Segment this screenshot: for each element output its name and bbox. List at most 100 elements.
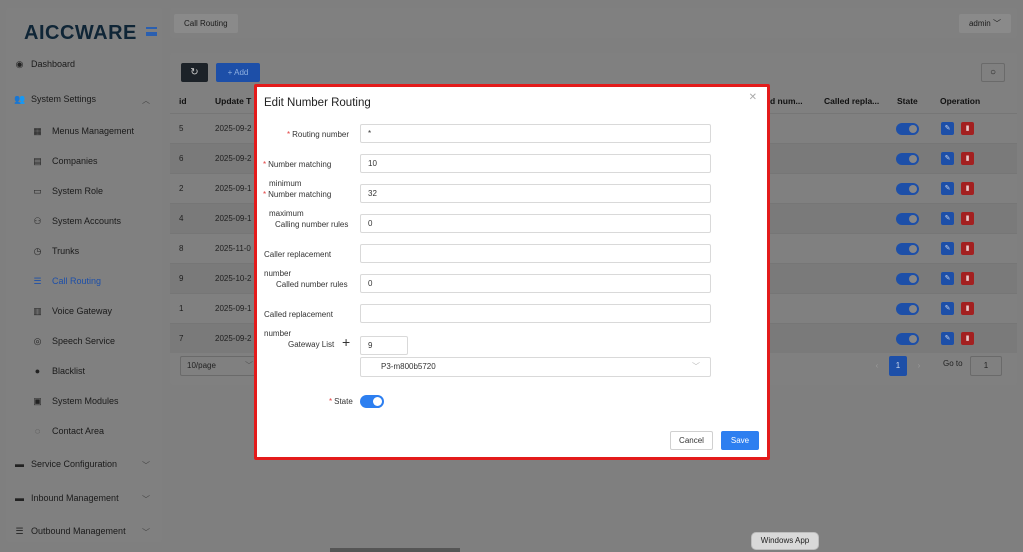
add-button[interactable]: + Add	[216, 63, 260, 82]
role-icon: ▭	[33, 185, 42, 196]
delete-icon[interactable]: ▮	[961, 122, 974, 135]
page-size-select[interactable]: 10/page ﹀	[180, 356, 260, 376]
sidebar-item-system-role[interactable]: ▭ System Role	[6, 177, 162, 205]
state-toggle[interactable]	[896, 213, 919, 225]
state-toggle[interactable]	[360, 395, 384, 408]
delete-icon[interactable]: ▮	[961, 332, 974, 345]
sidebar-item-voice-gateway[interactable]: ▥ Voice Gateway	[6, 297, 162, 325]
number-matching-min-input[interactable]: 10	[360, 154, 711, 173]
edit-icon[interactable]: ✎	[941, 302, 954, 315]
add-gateway-icon[interactable]: +	[342, 335, 350, 349]
page-number-button[interactable]: 1	[889, 356, 907, 376]
cell-update-time: 2025-09-1	[215, 184, 252, 193]
dock-strip	[330, 548, 460, 552]
called-number-rules-input[interactable]: 0	[360, 274, 711, 293]
state-toggle[interactable]	[896, 153, 919, 165]
clock-icon: ◷	[33, 245, 42, 256]
sidebar-item-contact-area[interactable]: ◌ Contact Area	[6, 417, 162, 445]
next-page-button[interactable]: ›	[910, 356, 928, 376]
sidebar-item-outbound-management[interactable]: ☰ Outbound Management ﹀	[6, 517, 162, 545]
sidebar-item-dashboard[interactable]: ◉ Dashboard	[6, 50, 162, 78]
cancel-button[interactable]: Cancel	[670, 431, 713, 450]
sidebar-item-label: Dashboard	[31, 59, 76, 69]
column-header-id: id	[179, 96, 187, 106]
edit-icon[interactable]: ✎	[941, 152, 954, 165]
delete-icon[interactable]: ▮	[961, 212, 974, 225]
sidebar-item-label: System Settings	[31, 94, 97, 104]
state-toggle[interactable]	[896, 273, 919, 285]
sidebar-item-system-modules[interactable]: ▣ System Modules	[6, 387, 162, 415]
dock-tooltip: Windows App	[751, 532, 819, 550]
sidebar-item-system-settings[interactable]: 👥 System Settings ︿	[6, 85, 162, 113]
save-button[interactable]: Save	[721, 431, 759, 450]
sidebar-item-companies[interactable]: ▤ Companies	[6, 147, 162, 175]
location-icon: ◌	[34, 425, 41, 436]
state-label: * State	[329, 397, 353, 406]
modules-icon: ▣	[33, 395, 42, 406]
sidebar-item-system-accounts[interactable]: ⚇ System Accounts	[6, 207, 162, 235]
delete-icon[interactable]: ▮	[961, 152, 974, 165]
sidebar-item-menus-management[interactable]: ▦ Menus Management	[6, 117, 162, 145]
sidebar-item-label: Service Configuration	[31, 459, 118, 469]
delete-icon[interactable]: ▮	[961, 272, 974, 285]
column-header-called-replacement: Called repla...	[824, 96, 880, 106]
edit-icon[interactable]: ✎	[941, 332, 954, 345]
close-icon[interactable]: ✕	[749, 92, 757, 103]
number-matching-max-label: * Number matching	[263, 190, 332, 199]
column-header-called-number: d num...	[770, 96, 803, 106]
routing-number-label: * Routing number	[287, 130, 350, 139]
cell-id: 9	[179, 274, 184, 283]
number-matching-max-input[interactable]: 32	[360, 184, 711, 203]
sidebar-item-blacklist[interactable]: ● Blacklist	[6, 357, 162, 385]
column-header-operation: Operation	[940, 96, 981, 106]
called-replacement-input[interactable]	[360, 304, 711, 323]
edit-icon[interactable]: ✎	[941, 122, 954, 135]
search-button[interactable]: ○	[981, 63, 1005, 82]
refresh-button[interactable]: ↻	[181, 63, 208, 82]
state-toggle[interactable]	[896, 333, 919, 345]
delete-icon[interactable]: ▮	[961, 242, 974, 255]
routing-number-input[interactable]: *	[360, 124, 711, 143]
calling-number-rules-input[interactable]: 0	[360, 214, 711, 233]
prev-page-button[interactable]: ‹	[868, 356, 886, 376]
state-toggle[interactable]	[896, 183, 919, 195]
delete-icon[interactable]: ▮	[961, 302, 974, 315]
dialog-title: Edit Number Routing	[264, 97, 371, 109]
user-menu[interactable]: admin ﹀	[958, 14, 1011, 33]
state-toggle[interactable]	[896, 303, 919, 315]
gateway-select-value: P3-m800b5720	[381, 362, 436, 371]
speech-icon: ◎	[33, 335, 42, 346]
sidebar-item-call-routing[interactable]: ☰ Call Routing	[6, 267, 162, 295]
edit-icon[interactable]: ✎	[941, 272, 954, 285]
edit-icon[interactable]: ✎	[941, 212, 954, 225]
gateway-select[interactable]: P3-m800b5720 ﹀	[360, 357, 711, 377]
goto-page-input[interactable]: 1	[970, 356, 1002, 376]
outbound-icon: ☰	[15, 525, 24, 536]
edit-icon[interactable]: ✎	[941, 242, 954, 255]
chevron-down-icon: ﹀	[990, 19, 1001, 28]
caller-replacement-label: Caller replacement	[264, 250, 332, 259]
inbound-icon: ▬	[15, 492, 24, 503]
sidebar-item-label: System Modules	[52, 396, 119, 406]
called-number-rules-label: Called number rules	[276, 280, 348, 289]
breadcrumb-tab[interactable]: Call Routing	[174, 14, 238, 33]
grid-icon: ▦	[33, 125, 42, 136]
gateway-count-input[interactable]: 9	[360, 336, 408, 355]
sidebar-item-inbound-management[interactable]: ▬ Inbound Management ﹀	[6, 484, 162, 512]
menu-collapse-icon[interactable]	[146, 27, 157, 36]
state-toggle[interactable]	[896, 123, 919, 135]
chevron-down-icon: ﹀	[142, 528, 150, 537]
chevron-down-icon: ﹀	[142, 461, 150, 470]
edit-icon[interactable]: ✎	[941, 182, 954, 195]
sidebar-item-trunks[interactable]: ◷ Trunks	[6, 237, 162, 265]
sidebar-item-speech-service[interactable]: ◎ Speech Service	[6, 327, 162, 355]
state-toggle[interactable]	[896, 243, 919, 255]
caller-replacement-input[interactable]	[360, 244, 711, 263]
cell-id: 2	[179, 184, 184, 193]
cell-update-time: 2025-09-2	[215, 124, 252, 133]
sidebar-item-label: Outbound Management	[31, 526, 126, 536]
edit-number-routing-dialog: Edit Number Routing ✕ * Routing number * …	[254, 84, 770, 460]
delete-icon[interactable]: ▮	[961, 182, 974, 195]
cell-update-time: 2025-09-1	[215, 214, 252, 223]
sidebar-item-service-configuration[interactable]: ▬ Service Configuration ﹀	[6, 450, 162, 478]
